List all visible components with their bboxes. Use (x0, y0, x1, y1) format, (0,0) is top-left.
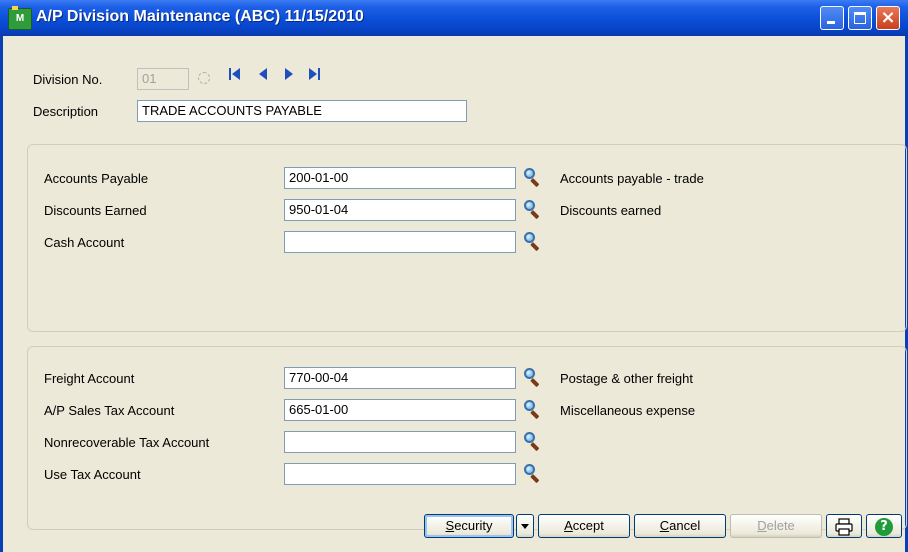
accounts-payable-description: Accounts payable - trade (560, 171, 704, 186)
division-no-label: Division No. (33, 72, 103, 87)
accept-button[interactable]: Accept (538, 514, 630, 538)
discounts-earned-lookup-icon[interactable] (522, 199, 544, 221)
last-record-icon (309, 68, 317, 80)
cancel-button[interactable]: Cancel (634, 514, 726, 538)
ap-sales-tax-account-description: Miscellaneous expense (560, 403, 696, 418)
ap-sales-tax-account-field[interactable]: 665-01-00 (284, 399, 516, 421)
chevron-down-icon (521, 524, 529, 530)
gl-accounts-group: Accounts Payable 200-01-00 Accounts paya… (27, 144, 907, 332)
first-record-button[interactable] (229, 67, 243, 81)
discounts-earned-label: Discounts Earned (44, 203, 147, 218)
description-field[interactable]: TRADE ACCOUNTS PAYABLE (137, 100, 467, 122)
ap-sales-tax-account-lookup-icon[interactable] (522, 399, 544, 421)
window-title: A/P Division Maintenance (ABC) 11/15/201… (36, 8, 364, 25)
first-record-icon (229, 68, 231, 80)
freight-account-lookup-icon[interactable] (522, 367, 544, 389)
accounts-payable-lookup-icon[interactable] (522, 167, 544, 189)
minimize-button[interactable] (820, 6, 844, 30)
previous-record-icon (259, 68, 267, 80)
security-button[interactable]: Security (424, 514, 514, 538)
accounts-payable-label: Accounts Payable (44, 171, 149, 186)
next-record-button[interactable] (283, 67, 297, 81)
last-record-button[interactable] (309, 67, 323, 81)
close-button[interactable]: × (876, 6, 900, 30)
delete-button[interactable]: Delete (730, 514, 822, 538)
description-label: Description (33, 104, 99, 119)
division-no-field[interactable]: 01 (137, 68, 189, 90)
app-icon[interactable]: M (8, 6, 32, 30)
accounts-payable-field[interactable]: 200-01-00 (284, 167, 516, 189)
previous-record-button[interactable] (257, 67, 271, 81)
dialog-body: Division No. 01 Description TRADE ACCOUN… (3, 36, 907, 552)
nonrecoverable-tax-account-field[interactable] (284, 431, 516, 453)
cash-account-label: Cash Account (44, 235, 125, 250)
use-tax-account-lookup-icon[interactable] (522, 463, 544, 485)
freight-account-description: Postage & other freight (560, 371, 693, 386)
freight-account-field[interactable]: 770-00-04 (284, 367, 516, 389)
tax-freight-accounts-group: Freight Account 770-00-04 Postage & othe… (27, 346, 907, 530)
help-button[interactable]: ? (866, 514, 902, 538)
freight-account-label: Freight Account (44, 371, 135, 386)
ap-sales-tax-account-label: A/P Sales Tax Account (44, 403, 175, 418)
security-dropdown-button[interactable] (516, 514, 534, 538)
maximize-button[interactable] (848, 6, 872, 30)
cash-account-field[interactable] (284, 231, 516, 253)
app-window: M A/P Division Maintenance (ABC) 11/15/2… (0, 0, 908, 552)
help-icon: ? (875, 517, 893, 536)
use-tax-account-label: Use Tax Account (44, 467, 141, 482)
nonrecoverable-tax-account-lookup-icon[interactable] (522, 431, 544, 453)
print-button[interactable] (826, 514, 862, 538)
nonrecoverable-tax-account-label: Nonrecoverable Tax Account (44, 435, 210, 450)
division-lookup-icon[interactable] (195, 68, 211, 88)
cash-account-lookup-icon[interactable] (522, 231, 544, 253)
discounts-earned-description: Discounts earned (560, 203, 662, 218)
printer-icon (835, 517, 853, 536)
use-tax-account-field[interactable] (284, 463, 516, 485)
title-bar[interactable]: M A/P Division Maintenance (ABC) 11/15/2… (0, 0, 908, 36)
discounts-earned-field[interactable]: 950-01-04 (284, 199, 516, 221)
next-record-icon (285, 68, 293, 80)
close-icon: × (880, 7, 896, 28)
